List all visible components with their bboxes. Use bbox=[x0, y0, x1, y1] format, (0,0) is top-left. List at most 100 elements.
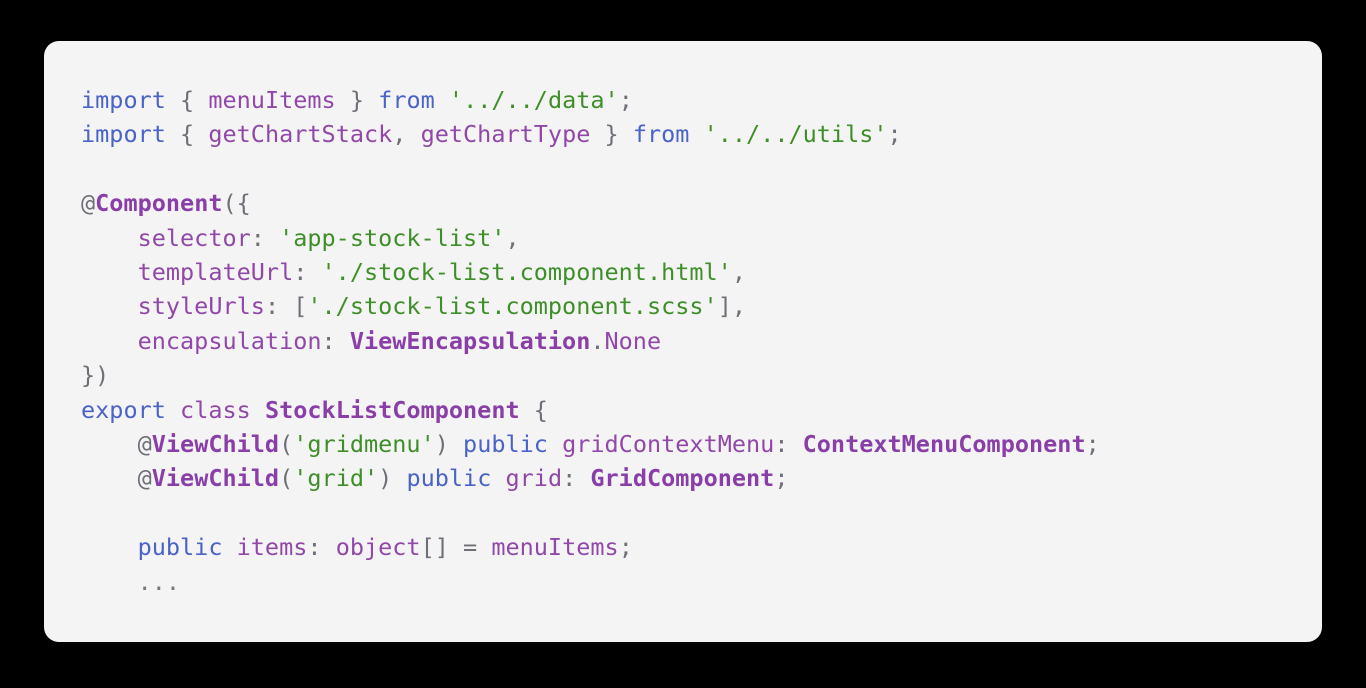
code-token-keyword: from bbox=[632, 120, 690, 149]
code-token-punct: : bbox=[264, 292, 294, 321]
code-line: @Component({ bbox=[81, 186, 1302, 220]
code-token-punct: : bbox=[250, 223, 280, 252]
code-token-type: ViewChild bbox=[151, 430, 280, 459]
code-token-punct: : bbox=[321, 326, 350, 355]
code-line: import { menuItems } from '../../data'; bbox=[81, 83, 1302, 117]
code-line: export class StockListComponent { bbox=[81, 393, 1302, 427]
screenshot-root: import { menuItems } from '../../data'; i… bbox=[0, 0, 1366, 688]
code-token-punct: , bbox=[392, 120, 421, 149]
code-token-ident: getChartType bbox=[420, 120, 591, 149]
code-token-punct: ; bbox=[887, 120, 902, 149]
code-token-keyword: export bbox=[81, 395, 166, 424]
code-token-string: './stock-list.component.scss' bbox=[307, 292, 718, 321]
code-token-punct: }) bbox=[81, 361, 110, 390]
code-token-punct: { bbox=[533, 395, 548, 424]
code-token-keyword: public bbox=[463, 430, 548, 459]
code-token-type: ViewChild bbox=[151, 464, 280, 493]
code-line: encapsulation: ViewEncapsulation.None bbox=[81, 324, 1302, 358]
code-token-punct: , bbox=[505, 223, 520, 252]
code-block[interactable]: import { menuItems } from '../../data'; i… bbox=[81, 83, 1302, 599]
code-token-ident: items bbox=[236, 533, 308, 562]
code-line: styleUrls: ['./stock-list.component.scss… bbox=[81, 289, 1302, 323]
code-snippet-card: import { menuItems } from '../../data'; i… bbox=[44, 41, 1322, 642]
code-token-punct: ({ bbox=[222, 189, 251, 218]
code-token-ident: grid bbox=[505, 464, 563, 493]
code-token-ident: menuItems bbox=[208, 86, 336, 114]
code-token-punct: : bbox=[774, 430, 803, 459]
code-token-punct: [] bbox=[420, 533, 449, 562]
code-token-type: GridComponent bbox=[590, 464, 775, 493]
code-token-punct: ) bbox=[434, 430, 449, 459]
code-token-punct: } bbox=[349, 86, 365, 114]
code-token-string: 'grid' bbox=[293, 464, 379, 493]
code-token-type: StockListComponent bbox=[264, 395, 520, 424]
code-line: templateUrl: './stock-list.component.htm… bbox=[81, 255, 1302, 289]
code-line: import { getChartStack, getChartType } f… bbox=[81, 117, 1302, 151]
code-token-punct: ( bbox=[279, 430, 294, 459]
code-token-keyword: from bbox=[378, 86, 435, 114]
code-token-at: @ bbox=[137, 430, 152, 459]
code-token-keyword: public bbox=[406, 464, 492, 493]
code-token-string: 'app-stock-list' bbox=[279, 223, 506, 252]
code-token-at: @ bbox=[81, 189, 96, 218]
code-token-punct: : bbox=[293, 258, 322, 287]
code-line: public items: object[] = menuItems; bbox=[81, 530, 1302, 564]
code-token-punct: : bbox=[307, 533, 336, 562]
code-token-punct: ; bbox=[774, 464, 789, 493]
code-token-punct: ; bbox=[618, 86, 633, 114]
code-token-punct: , bbox=[731, 258, 746, 287]
code-token-type: ViewEncapsulation bbox=[349, 326, 591, 355]
code-token-punct: } bbox=[604, 120, 619, 149]
code-line: ​ bbox=[81, 496, 1302, 530]
code-token-ident: templateUrl bbox=[137, 258, 294, 287]
code-token-type: ContextMenuComponent bbox=[802, 430, 1086, 459]
code-token-punct: ) bbox=[378, 464, 393, 493]
code-token-punct: { bbox=[180, 86, 195, 114]
code-token-keyword: import bbox=[81, 120, 166, 149]
code-token-ident: styleUrls bbox=[137, 292, 265, 321]
code-token-ident: selector bbox=[137, 223, 251, 252]
code-token-ident: menuItems bbox=[491, 533, 619, 562]
code-token-dots: ... bbox=[137, 567, 181, 596]
code-token-keyword: import bbox=[81, 86, 166, 114]
code-token-punct: ], bbox=[717, 292, 746, 321]
code-token-string: './stock-list.component.html' bbox=[321, 258, 732, 287]
code-token-punct: : bbox=[562, 464, 591, 493]
code-token-class-kw: class bbox=[180, 395, 251, 424]
code-token-ident: None bbox=[604, 326, 662, 355]
code-token-string: '../../utils' bbox=[703, 120, 888, 149]
code-token-punct: . bbox=[590, 326, 605, 355]
code-token-punct: ; bbox=[618, 533, 633, 562]
code-token-at: @ bbox=[137, 464, 152, 493]
code-token-keyword: public bbox=[137, 533, 223, 562]
code-token-punct: = bbox=[463, 533, 478, 562]
code-line: @ViewChild('grid') public grid: GridComp… bbox=[81, 461, 1302, 495]
code-token-ident: gridContextMenu bbox=[562, 430, 775, 459]
code-line: @ViewChild('gridmenu') public gridContex… bbox=[81, 427, 1302, 461]
code-token-ident: object bbox=[335, 533, 421, 562]
